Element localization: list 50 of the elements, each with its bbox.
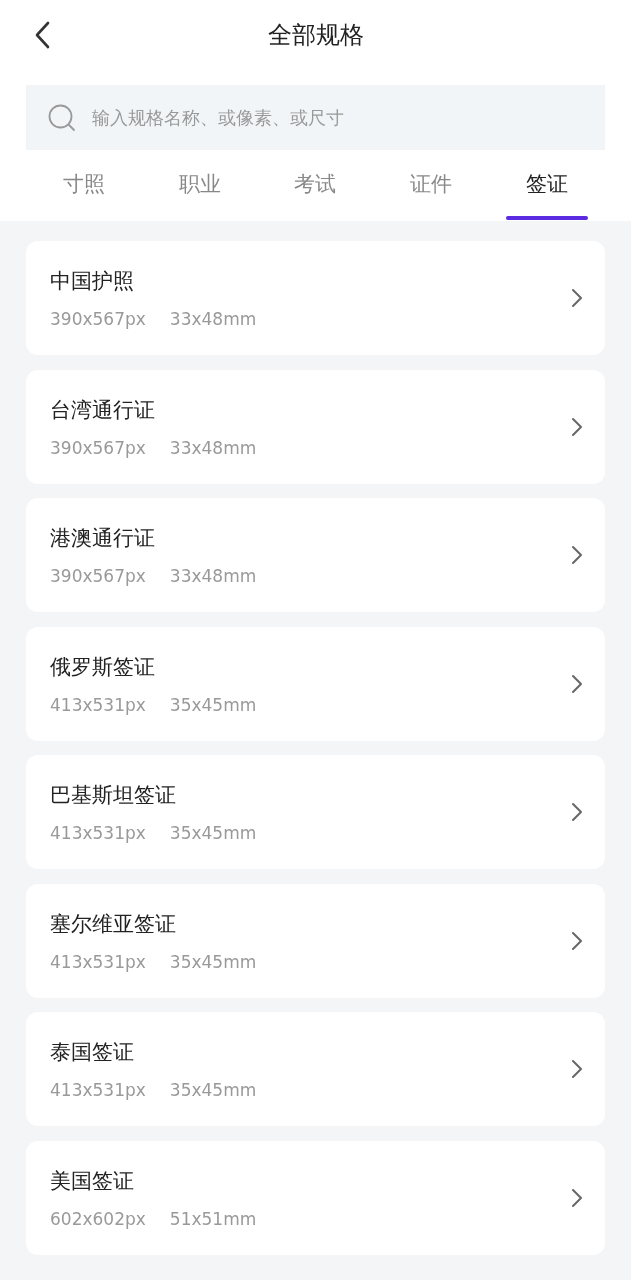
pixel-size: 413x531px <box>50 823 146 843</box>
print-size: 51x51mm <box>169 1208 257 1229</box>
chevron-right-icon <box>571 930 583 951</box>
chevron-right-icon <box>571 802 583 822</box>
spec-name: 巴基斯坦签证 <box>50 782 176 809</box>
print-size: 33x48mm <box>169 309 257 329</box>
back-button[interactable] <box>34 21 50 49</box>
spec-card[interactable]: 泰国签证 413x531px 35x45mm <box>26 1012 605 1126</box>
print-size: 35x45mm <box>169 951 257 972</box>
print-size: 33x48mm <box>169 437 257 458</box>
chevron-right-icon <box>571 1187 583 1208</box>
category-tab[interactable]: 证件 <box>373 150 490 221</box>
print-size: 35x45mm <box>169 694 257 715</box>
chevron-right-icon <box>571 673 583 694</box>
spec-card[interactable]: 港澳通行证 390x567px 33x48mm <box>26 498 605 612</box>
chevron-right-icon <box>571 545 583 565</box>
back-icon <box>34 21 50 49</box>
spec-name: 塞尔维亚签证 <box>50 910 176 938</box>
pixel-size: 390x567px <box>50 566 146 586</box>
pixel-size: 390x567px <box>50 309 146 329</box>
chevron-right-icon <box>571 288 583 308</box>
pixel-size: 413x531px <box>50 1080 146 1100</box>
category-tab[interactable]: 考试 <box>257 150 374 221</box>
chevron-right-icon <box>571 416 583 437</box>
pixel-size: 413x531px <box>50 694 146 715</box>
spec-name: 港澳通行证 <box>50 525 155 552</box>
spec-card[interactable]: 塞尔维亚签证 413x531px 35x45mm <box>26 883 605 998</box>
print-size: 33x48mm <box>169 566 257 586</box>
spec-card[interactable]: 台湾通行证 390x567px 33x48mm <box>26 369 605 484</box>
spec-card[interactable]: 美国签证 602x602px 51x51mm <box>26 1140 605 1255</box>
spec-name: 中国护照 <box>50 268 134 295</box>
pixel-size: 413x531px <box>50 951 146 972</box>
search-field[interactable]: 输入规格名称、或像素、或尺寸 <box>26 85 605 150</box>
spec-card[interactable]: 中国护照 390x567px 33x48mm <box>26 241 605 355</box>
category-tab[interactable]: 签证 <box>489 150 605 221</box>
pixel-size: 602x602px <box>50 1208 146 1229</box>
category-tab[interactable]: 寸照 <box>26 150 142 221</box>
search-icon <box>48 104 76 132</box>
spec-name: 俄罗斯签证 <box>50 653 155 681</box>
pixel-size: 390x567px <box>50 437 146 458</box>
chevron-right-icon <box>571 1059 583 1079</box>
spec-name: 台湾通行证 <box>50 396 155 424</box>
print-size: 35x45mm <box>169 823 257 843</box>
spec-card[interactable]: 俄罗斯签证 413x531px 35x45mm <box>26 626 605 741</box>
spec-name: 美国签证 <box>50 1167 134 1195</box>
print-size: 35x45mm <box>169 1080 257 1100</box>
page-title: 全部规格 <box>267 20 364 51</box>
spec-card[interactable]: 巴基斯坦签证 413x531px 35x45mm <box>26 755 605 869</box>
spec-name: 泰国签证 <box>50 1039 134 1066</box>
category-tab[interactable]: 职业 <box>141 150 258 221</box>
